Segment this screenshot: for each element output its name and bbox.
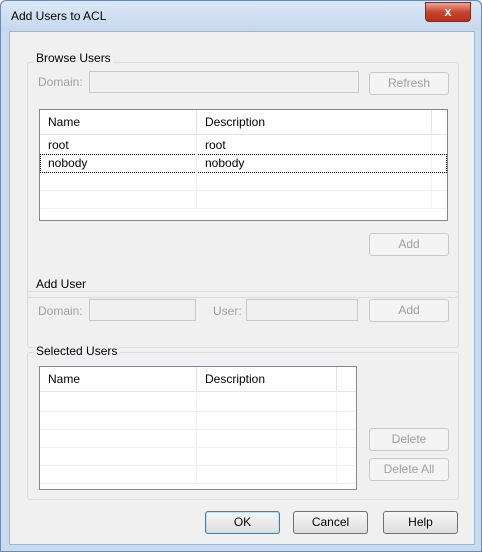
empty-row	[40, 172, 447, 191]
close-icon: x	[444, 4, 452, 19]
browse-domain-label: Domain:	[38, 75, 83, 89]
title-bar[interactable]: Add Users to ACL x	[1, 1, 481, 31]
column-header-name[interactable]: Name	[40, 367, 197, 391]
add-users-dialog: Add Users to ACL x Browse Users Domain: …	[0, 0, 482, 552]
user-field-label: User:	[213, 304, 242, 318]
browse-domain-field[interactable]	[89, 71, 359, 93]
add-user-label: Add User	[34, 277, 89, 291]
cancel-button[interactable]: Cancel	[293, 511, 368, 534]
user-field[interactable]	[246, 299, 358, 321]
delete-all-button[interactable]: Delete All	[369, 458, 449, 481]
close-button[interactable]: x	[425, 2, 471, 22]
help-button[interactable]: Help	[383, 511, 458, 534]
add-user-button[interactable]: Add	[369, 299, 449, 322]
column-header-description[interactable]: Description	[197, 367, 337, 391]
empty-row	[40, 393, 356, 412]
column-header-name[interactable]: Name	[40, 110, 197, 134]
list-item[interactable]: root root	[40, 136, 447, 155]
add-domain-label: Domain:	[38, 304, 83, 318]
empty-row	[40, 465, 356, 484]
selected-users-label: Selected Users	[34, 344, 120, 358]
refresh-button[interactable]: Refresh	[369, 72, 449, 95]
browse-add-button[interactable]: Add	[369, 233, 449, 256]
browse-users-list[interactable]: Name Description root root nobody nobody	[39, 109, 448, 221]
delete-button[interactable]: Delete	[369, 428, 449, 451]
column-header-description[interactable]: Description	[197, 110, 432, 134]
empty-row	[40, 447, 356, 466]
browse-list-header: Name Description	[40, 110, 447, 135]
list-item[interactable]: nobody nobody	[40, 154, 447, 173]
selected-users-list[interactable]: Name Description	[39, 366, 357, 490]
dialog-title: Add Users to ACL	[11, 9, 107, 23]
user-name: root	[40, 136, 197, 154]
user-name: nobody	[40, 154, 197, 172]
dialog-body: Browse Users Domain: Refresh Name Descri…	[9, 31, 475, 545]
user-description: nobody	[197, 154, 432, 172]
empty-row	[40, 190, 447, 209]
add-domain-field[interactable]	[89, 299, 196, 321]
empty-row	[40, 429, 356, 448]
user-description: root	[197, 136, 432, 154]
ok-button[interactable]: OK	[205, 511, 280, 534]
selected-list-header: Name Description	[40, 367, 356, 392]
browse-users-label: Browse Users	[34, 51, 113, 65]
empty-row	[40, 411, 356, 430]
